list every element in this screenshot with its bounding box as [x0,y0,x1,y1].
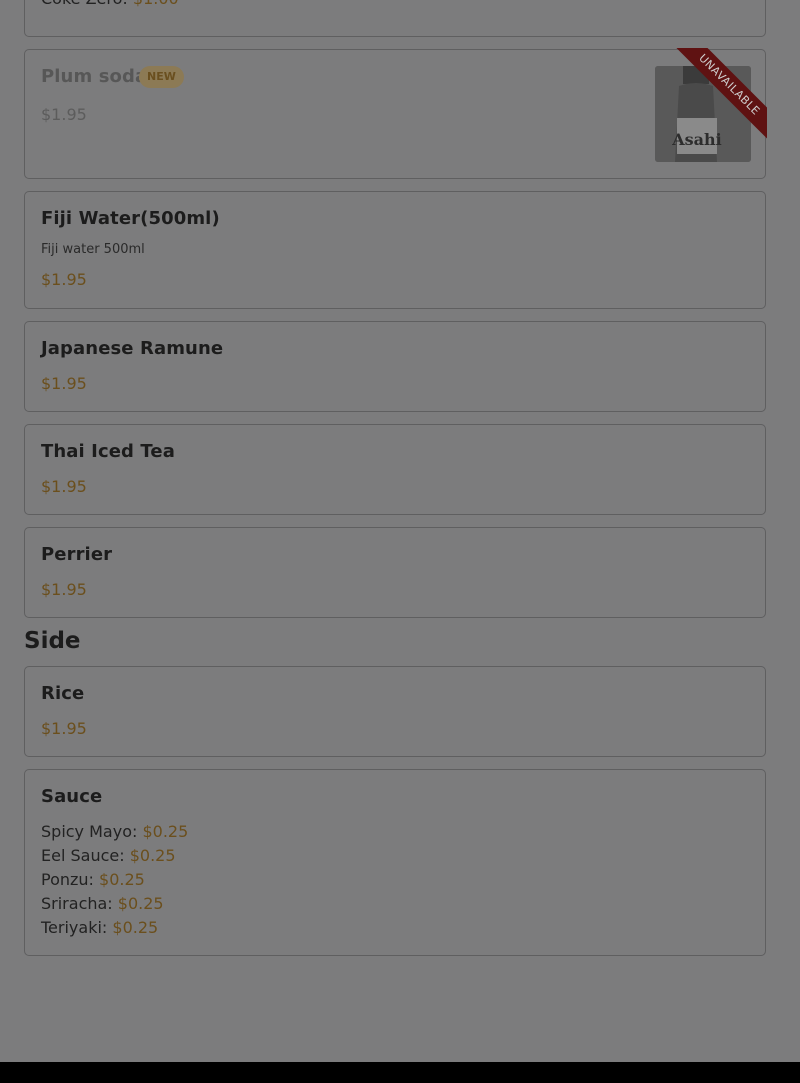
menu-item-sauce[interactable]: Sauce Spicy Mayo: $0.25 Eel Sauce: $0.25… [24,769,766,956]
item-name: Rice [41,683,85,704]
item-price: $1.95 [41,477,87,496]
item-name: Perrier [41,544,113,565]
option-price: $0.25 [142,822,189,841]
bottom-bar [0,1062,800,1083]
item-name: Fiji Water(500ml) [41,208,220,229]
menu-item-thai-iced-tea[interactable]: Thai Iced Tea $1.95 [24,424,766,515]
option-price: $0.25 [112,918,159,937]
option-price: $0.25 [129,846,176,865]
item-price: $1.95 [41,719,87,738]
option-label: Sriracha: [41,894,113,913]
option-line: Coke Zero: $1.00 [41,0,179,8]
item-price: $1.95 [41,374,87,393]
item-name: Plum soda [41,66,148,87]
sauce-option: Spicy Mayo: $0.25 [41,822,188,841]
option-label: Teriyaki: [41,918,108,937]
menu-item-rice[interactable]: Rice $1.95 [24,666,766,757]
sauce-option: Ponzu: $0.25 [41,870,145,889]
unavailable-ribbon: UNAVAILABLE [671,48,767,143]
menu-item-fiji-water[interactable]: Fiji Water(500ml) Fiji water 500ml $1.95 [24,191,766,309]
option-label: Ponzu: [41,870,94,889]
unavailable-ribbon-wrap: UNAVAILABLE [671,48,767,144]
menu-item-plum-soda[interactable]: Plum soda NEW $1.95 Asahi UNAVAILABLE [24,48,767,179]
item-name: Sauce [41,786,103,807]
new-badge: NEW [139,66,184,88]
menu-item-japanese-ramune[interactable]: Japanese Ramune $1.95 [24,321,766,412]
option-label: Spicy Mayo: [41,822,138,841]
menu-item-card-partial[interactable]: Coke Zero: $1.00 [24,0,766,37]
sauce-option: Teriyaki: $0.25 [41,918,158,937]
item-name: Thai Iced Tea [41,441,175,462]
item-price: $1.95 [41,580,87,599]
section-title-side: Side [24,628,81,654]
option-label: Coke Zero: [41,0,128,8]
option-label: Eel Sauce: [41,846,125,865]
option-price: $1.00 [133,0,179,8]
item-price: $1.95 [41,105,87,124]
item-name: Japanese Ramune [41,338,224,359]
item-price: $1.95 [41,270,87,289]
option-price: $0.25 [117,894,164,913]
item-description: Fiji water 500ml [41,242,145,257]
menu-page: Coke Zero: $1.00 Plum soda NEW $1.95 Asa… [0,0,800,1062]
sauce-option: Eel Sauce: $0.25 [41,846,176,865]
option-price: $0.25 [99,870,145,889]
sauce-option: Sriracha: $0.25 [41,894,164,913]
menu-item-perrier[interactable]: Perrier $1.95 [24,527,766,618]
